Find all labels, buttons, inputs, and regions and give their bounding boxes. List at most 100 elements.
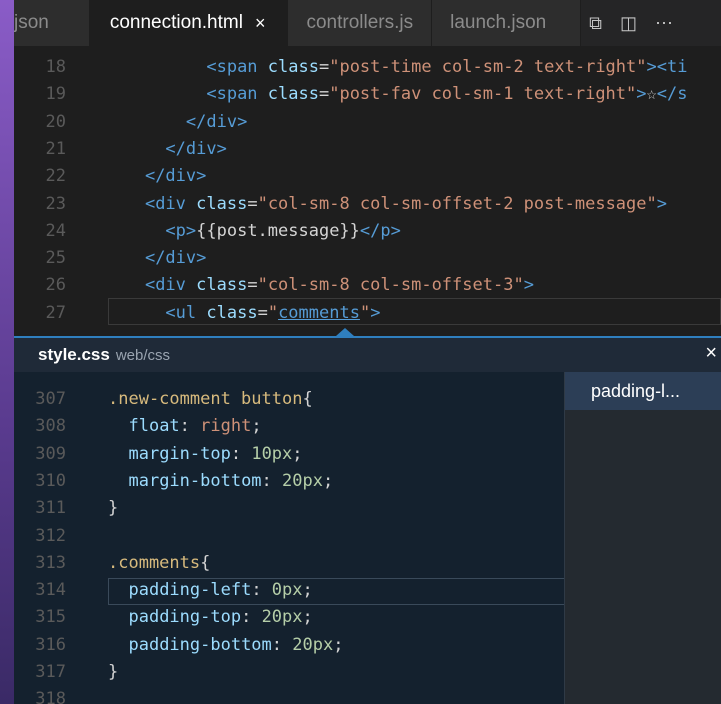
line-number: 314	[35, 580, 66, 601]
tab-controllers-js[interactable]: controllers.js	[288, 0, 433, 46]
code-token: :	[230, 443, 252, 464]
code-token: >	[656, 193, 667, 214]
code-token: }	[108, 498, 119, 519]
code-token: class	[206, 302, 258, 323]
code-token: ;	[292, 443, 303, 464]
tab-launch-json[interactable]: launch.json	[432, 0, 582, 46]
line-number: 18	[45, 57, 66, 77]
code-text: </div>	[104, 163, 206, 190]
code-token: margin-top	[128, 443, 231, 464]
line-number: 25	[45, 248, 66, 269]
reference-item[interactable]: padding-l...	[565, 372, 721, 410]
code-token: 0px	[271, 580, 303, 601]
more-actions-icon[interactable]: ⋯	[655, 13, 673, 34]
tab-label: connection.html	[109, 12, 243, 33]
code-token: ;	[322, 470, 334, 491]
code-token: <ul	[165, 302, 207, 323]
code-token: "post-time col-sm-2 text-right"	[329, 57, 647, 77]
code-text: padding-top: 20px;	[108, 604, 312, 631]
code-text: <ul class="comments">	[104, 300, 380, 327]
code-token: <div	[144, 193, 197, 214]
code-line: 318	[14, 686, 564, 704]
code-line: 23 <div class="col-sm-8 col-sm-offset-2 …	[14, 191, 721, 218]
code-text: <div class="col-sm-8 col-sm-offset-2 pos…	[104, 191, 667, 218]
code-editor[interactable]: 18 <span class="post-time col-sm-2 text-…	[14, 46, 721, 336]
code-line: 26 <div class="col-sm-8 col-sm-offset-3"…	[14, 272, 721, 299]
code-text: <span class="post-fav col-sm-1 text-righ…	[104, 81, 687, 108]
code-token: =	[247, 193, 258, 214]
code-token: .new-comment button	[108, 389, 303, 409]
peek-reference-list: padding-l...	[564, 372, 721, 704]
code-line: 313 .comments{	[14, 550, 564, 577]
code-token: </s	[656, 84, 688, 105]
line-number: 317	[35, 662, 66, 682]
code-line: 314 padding-left: 0px;	[14, 577, 564, 604]
code-token: {	[200, 552, 211, 573]
code-token: "col-sm-8 col-sm-offset-2 post-message"	[257, 193, 657, 214]
tab-label: controllers.js	[306, 12, 414, 33]
code-token: "col-sm-8 col-sm-offset-3"	[257, 275, 524, 296]
code-token: =	[247, 275, 258, 296]
code-text: }	[108, 659, 118, 686]
line-number: 27	[45, 302, 66, 323]
close-icon[interactable]: ×	[705, 342, 717, 365]
line-number: 307	[35, 389, 66, 409]
code-token: padding-top	[128, 607, 242, 628]
peek-file-name[interactable]: style.css	[38, 345, 110, 365]
code-line: 25 </div>	[14, 245, 721, 272]
code-text: </div>	[104, 109, 247, 136]
close-tab-icon[interactable]: ×	[255, 13, 266, 34]
tab-json[interactable]: json	[14, 0, 90, 46]
line-number: 24	[45, 220, 66, 241]
line-number: 312	[35, 525, 66, 546]
code-token: class	[267, 84, 319, 105]
code-text: }	[108, 495, 118, 522]
code-token: </div>	[165, 138, 227, 159]
line-number: 316	[35, 634, 66, 655]
code-token: class	[196, 275, 248, 296]
code-token: 20px	[282, 470, 323, 491]
line-number: 309	[35, 443, 66, 464]
peek-header: style.css web/css ×	[14, 338, 721, 372]
code-line: 22 </div>	[14, 163, 721, 190]
code-token: </div>	[144, 248, 207, 269]
code-token: :	[241, 607, 262, 628]
code-line: 308 float: right;	[14, 413, 564, 440]
code-text: <p>{{post.message}}</p>	[104, 218, 400, 245]
code-line: 20 </div>	[14, 109, 721, 136]
code-token: :	[271, 634, 293, 655]
code-token: >	[636, 84, 647, 105]
code-token: "	[359, 302, 371, 323]
code-token: class	[196, 193, 248, 214]
code-line: 21 </div>	[14, 136, 721, 163]
tab-connection-html[interactable]: connection.html ×	[89, 0, 289, 46]
code-token: </div>	[144, 166, 207, 187]
split-editor-icon[interactable]: ◫	[620, 13, 637, 34]
tab-bar: json connection.html × controllers.js la…	[14, 0, 721, 46]
line-number: 313	[35, 552, 66, 573]
code-text: .new-comment button{	[108, 386, 313, 413]
code-text: .comments{	[108, 550, 210, 577]
line-number: 23	[45, 193, 66, 214]
code-token: right	[200, 416, 252, 437]
peek-code-editor[interactable]: 307 .new-comment button{308 float: right;…	[14, 372, 582, 704]
code-token: </div>	[185, 111, 248, 132]
code-text: padding-bottom: 20px;	[108, 632, 343, 659]
code-token: :	[179, 416, 201, 437]
code-token: }	[108, 662, 119, 682]
code-token: "post-fav col-sm-1 text-right"	[329, 84, 637, 105]
open-changes-icon[interactable]: ⧉	[589, 13, 602, 34]
line-number: 22	[45, 166, 66, 187]
code-token: <div	[144, 275, 197, 296]
